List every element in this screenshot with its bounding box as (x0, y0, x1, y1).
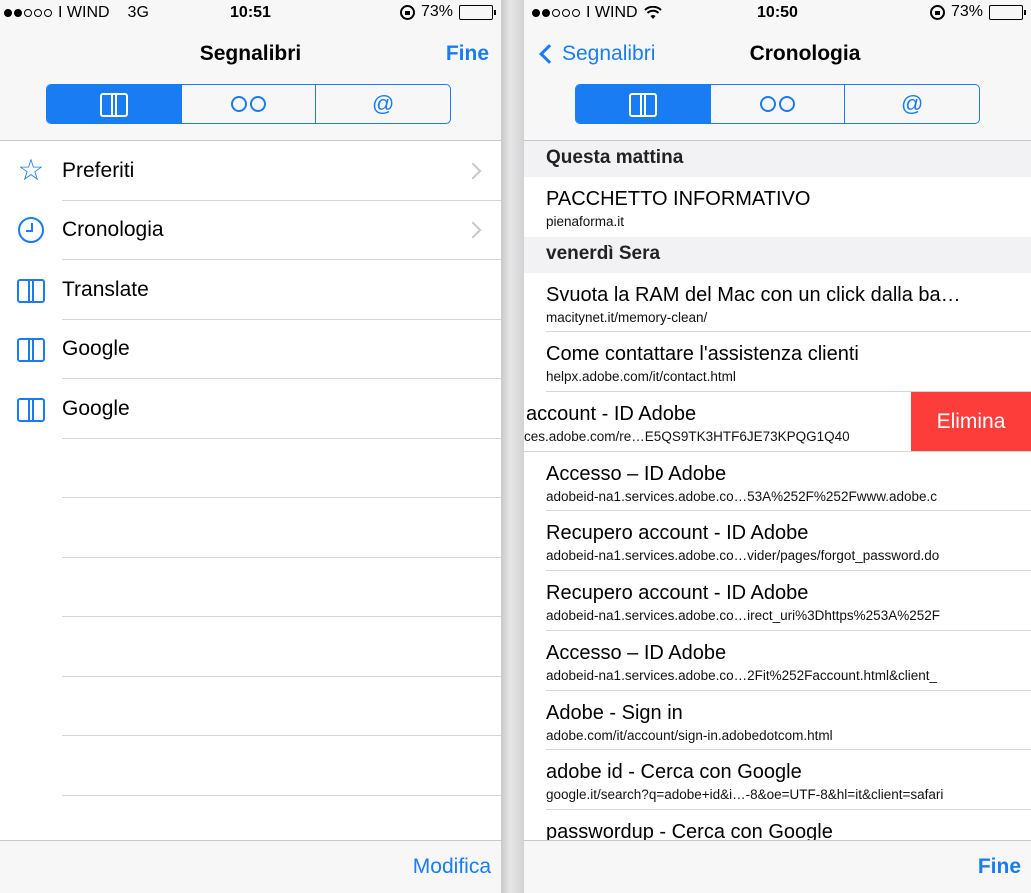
page-title: Cronologia (749, 42, 861, 65)
bookmarks-segmented-control: @ (46, 84, 451, 124)
bookmarks-segmented-control: @ (575, 84, 980, 124)
battery-icon (989, 4, 1026, 20)
history-row[interactable]: PACCHETTO INFORMATIVO pienaforma.it (524, 177, 1031, 237)
delete-button[interactable]: Elimina (911, 392, 1031, 452)
battery-percent: 73% (420, 3, 453, 20)
history-title: adobe id - Cerca con Google (546, 761, 802, 784)
book-icon (16, 397, 46, 422)
chevron-right-icon (464, 221, 482, 239)
at-icon: @ (372, 91, 395, 116)
history-row[interactable]: Accesso – ID Adobe adobeid-na1.services.… (524, 452, 1031, 512)
empty-row (0, 677, 501, 736)
edit-button[interactable]: Modifica (413, 855, 491, 879)
list-item-cronologia[interactable]: Cronologia (0, 201, 501, 260)
rotation-lock-icon (929, 4, 945, 20)
list-item-translate[interactable]: Translate (0, 260, 501, 320)
tab-shared-links[interactable]: @ (844, 85, 979, 123)
navigation-bar: I WIND 10:50 73% Segnalibri Cronologia @ (524, 0, 1031, 141)
battery-percent: 73% (950, 3, 983, 20)
star-icon: ☆ (17, 153, 45, 187)
history-row[interactable]: passwordup - Cerca con Google (524, 810, 1031, 840)
history-row[interactable]: Accesso – ID Adobe adobeid-na1.services.… (524, 631, 1031, 691)
done-button[interactable]: Fine (446, 42, 489, 66)
history-url: adobeid-na1.services.adobe.co…53A%252F%2… (546, 488, 937, 504)
tab-reading-list[interactable] (180, 85, 316, 123)
history-title: PACCHETTO INFORMATIVO (546, 188, 811, 210)
book-icon (16, 338, 46, 363)
empty-row (0, 439, 501, 498)
empty-row (0, 498, 501, 558)
page-title: Segnalibri (199, 42, 302, 65)
history-row-swiped[interactable]: account - ID Adobe ces.adobe.com/re…E5QS… (524, 392, 1031, 452)
list-item-label: Google (62, 337, 130, 361)
history-title: Accesso – ID Adobe (546, 641, 727, 664)
bookmarks-screen: I WIND 3G 10:51 73% Segnalibri Fine @ ☆ … (0, 0, 501, 893)
history-url: google.it/search?q=adobe+id&i…-8&oe=UTF-… (546, 787, 944, 803)
history-screen: I WIND 10:50 73% Segnalibri Cronologia @… (524, 0, 1031, 893)
history-url: pienaforma.it (546, 214, 625, 229)
bottom-toolbar: Modifica (0, 840, 501, 893)
empty-row (0, 736, 501, 796)
status-bar: I WIND 3G 10:51 73% (0, 0, 501, 26)
list-item-label: Preferiti (62, 158, 135, 182)
history-url: macitynet.it/memory-clean/ (546, 309, 708, 325)
section-header: venerdì Sera (524, 236, 1031, 273)
rotation-lock-icon (399, 4, 415, 20)
glasses-icon (760, 96, 795, 112)
history-title: Recupero account - ID Adobe (546, 522, 809, 545)
navigation-bar: I WIND 3G 10:51 73% Segnalibri Fine @ (0, 0, 501, 141)
tab-bookmarks[interactable] (576, 85, 710, 123)
list-item-google[interactable]: Google (0, 379, 501, 439)
book-icon (99, 93, 129, 117)
book-icon (628, 93, 658, 117)
empty-row (0, 558, 501, 617)
history-title: Accesso – ID Adobe (546, 462, 727, 485)
history-url: adobeid-na1.services.adobe.co…irect_uri%… (546, 608, 940, 624)
history-title: Recupero account - ID Adobe (546, 582, 809, 605)
bottom-toolbar: Fine (524, 840, 1031, 893)
history-row[interactable]: Adobe - Sign in adobe.com/it/account/sig… (524, 691, 1031, 751)
history-url: adobeid-na1.services.adobe.co…vider/page… (546, 548, 940, 564)
battery-icon (459, 4, 496, 20)
bookmarks-list: ☆ Preferiti Cronologia Translate Google … (0, 141, 501, 796)
empty-row (0, 617, 501, 677)
history-url: adobe.com/it/account/sign-in.adobedotcom… (546, 727, 833, 743)
glasses-icon (231, 96, 266, 112)
history-url: adobeid-na1.services.adobe.co…2Fit%252Fa… (546, 667, 937, 683)
at-icon: @ (901, 91, 924, 116)
history-row[interactable]: adobe id - Cerca con Google google.it/se… (524, 750, 1031, 810)
history-title: Svuota la RAM del Mac con un click dalla… (546, 283, 961, 306)
list-item-label: Translate (62, 277, 149, 301)
status-bar: I WIND 10:50 73% (524, 0, 1031, 26)
book-icon (16, 278, 46, 303)
history-row[interactable]: Recupero account - ID Adobe adobeid-na1.… (524, 571, 1031, 631)
section-header: Questa mattina (524, 141, 1031, 177)
history-title: Adobe - Sign in (546, 701, 683, 724)
history-title: passwordup - Cerca con Google (546, 820, 833, 840)
history-list: Questa mattina PACCHETTO INFORMATIVO pie… (524, 141, 1031, 840)
list-item-label: Cronologia (62, 218, 164, 242)
list-item-google[interactable]: Google (0, 320, 501, 379)
screenshot-divider (501, 0, 524, 893)
tab-bookmarks[interactable] (47, 85, 181, 123)
clock-icon (18, 217, 44, 244)
tab-shared-links[interactable]: @ (315, 85, 450, 123)
history-url: helpx.adobe.com/it/contact.html (546, 369, 736, 385)
history-row[interactable]: Recupero account - ID Adobe adobeid-na1.… (524, 511, 1031, 572)
list-item-label: Google (62, 396, 130, 420)
tab-reading-list[interactable] (709, 85, 845, 123)
chevron-right-icon (464, 162, 482, 180)
chevron-left-icon (539, 44, 559, 64)
history-row[interactable]: Svuota la RAM del Mac con un click dalla… (524, 273, 1031, 333)
list-item-preferiti[interactable]: ☆ Preferiti (0, 141, 501, 201)
history-row[interactable]: Come contattare l'assistenza clienti hel… (524, 332, 1031, 393)
history-title: Come contattare l'assistenza clienti (546, 343, 859, 366)
done-button[interactable]: Fine (978, 855, 1021, 879)
